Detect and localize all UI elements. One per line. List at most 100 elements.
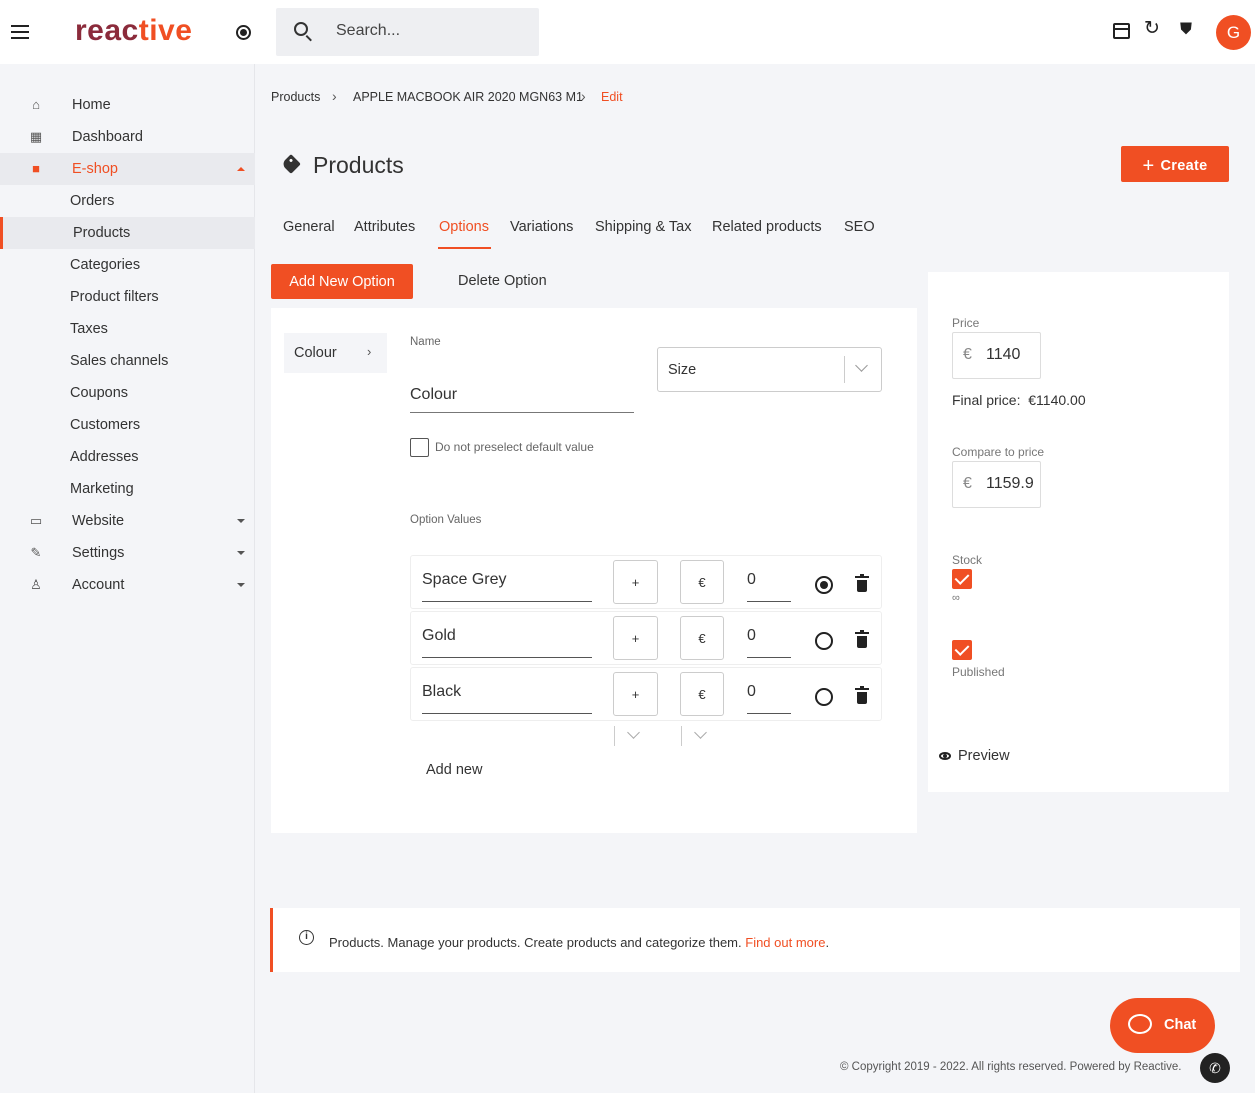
chat-icon bbox=[1128, 1014, 1152, 1034]
avatar[interactable]: G bbox=[1216, 15, 1251, 50]
sidebar-item-settings[interactable]: ✎ Settings bbox=[0, 537, 255, 569]
option-value-row: + € bbox=[410, 667, 882, 721]
compare-price-label: Compare to price bbox=[952, 445, 1045, 459]
tab-options[interactable]: Options bbox=[439, 219, 489, 235]
chevron-down-icon[interactable] bbox=[614, 726, 654, 746]
preselect-checkbox[interactable] bbox=[410, 438, 429, 457]
target-icon[interactable] bbox=[236, 25, 251, 40]
trash-icon[interactable] bbox=[855, 686, 869, 704]
info-text: Products. Manage your products. Create p… bbox=[329, 935, 742, 950]
trash-icon[interactable] bbox=[855, 630, 869, 648]
create-button[interactable]: + Create bbox=[1121, 146, 1229, 182]
tab-seo[interactable]: SEO bbox=[844, 219, 875, 235]
chevron-right-icon: › bbox=[332, 88, 337, 104]
bag-icon: ■ bbox=[32, 161, 40, 176]
info-icon: i bbox=[299, 930, 314, 945]
default-radio[interactable] bbox=[815, 632, 833, 650]
tab-variations[interactable]: Variations bbox=[510, 219, 573, 235]
option-editor-card: Colour › Name Size Do not preselect defa… bbox=[271, 308, 917, 833]
dashboard-icon: ▦ bbox=[29, 129, 43, 144]
sidebar-item-sales-channels[interactable]: Sales channels bbox=[0, 345, 255, 377]
refresh-icon[interactable]: ↻ bbox=[1144, 19, 1160, 38]
sidebar-item-website[interactable]: ▭ Website bbox=[0, 505, 255, 537]
preselect-label: Do not preselect default value bbox=[435, 440, 594, 454]
price-sign-select[interactable]: + bbox=[613, 560, 658, 604]
sidebar-item-home[interactable]: ⌂ Home bbox=[0, 89, 255, 121]
price-sign-select[interactable]: + bbox=[613, 616, 658, 660]
tab-general[interactable]: General bbox=[283, 219, 335, 235]
option-value-name-input[interactable] bbox=[422, 671, 592, 714]
website-icon: ▭ bbox=[29, 513, 43, 528]
sidebar: ⌂ Home ▦ Dashboard ■ E-shop Orders Produ… bbox=[0, 64, 255, 1093]
sidebar-item-customers[interactable]: Customers bbox=[0, 409, 255, 441]
price-input[interactable]: € 1140 bbox=[952, 332, 1041, 379]
default-radio[interactable] bbox=[815, 576, 833, 594]
copyright: © Copyright 2019 - 2022. All rights rese… bbox=[840, 1061, 1182, 1073]
search-input[interactable] bbox=[336, 22, 526, 40]
tab-attributes[interactable]: Attributes bbox=[354, 219, 415, 235]
option-type-select[interactable]: Size bbox=[657, 347, 882, 392]
sidebar-item-product-filters[interactable]: Product filters bbox=[0, 281, 255, 313]
option-value-price-input[interactable] bbox=[747, 559, 791, 602]
plus-icon: + bbox=[1142, 154, 1155, 177]
sidebar-item-addresses[interactable]: Addresses bbox=[0, 441, 255, 473]
currency-select[interactable]: € bbox=[680, 560, 724, 604]
sidebar-item-account[interactable]: ♙ Account bbox=[0, 569, 255, 601]
chat-button[interactable]: Chat bbox=[1110, 998, 1215, 1053]
published-checkbox[interactable] bbox=[952, 640, 972, 660]
tab-related-products[interactable]: Related products bbox=[712, 219, 822, 235]
home-icon: ⌂ bbox=[32, 97, 40, 112]
breadcrumb-edit: Edit bbox=[601, 90, 623, 104]
sidebar-item-categories[interactable]: Categories bbox=[0, 249, 255, 281]
phone-icon[interactable]: ✆ bbox=[1200, 1053, 1230, 1083]
search-box[interactable] bbox=[276, 8, 539, 56]
delete-option-button[interactable]: Delete Option bbox=[458, 273, 547, 289]
option-value-row: + € bbox=[410, 555, 882, 609]
active-tab-indicator bbox=[438, 247, 491, 249]
option-value-name-input[interactable] bbox=[422, 559, 592, 602]
chevron-right-icon: › bbox=[367, 344, 372, 359]
chevron-down-icon bbox=[237, 519, 245, 523]
tab-shipping-tax[interactable]: Shipping & Tax bbox=[595, 219, 691, 235]
currency-select[interactable]: € bbox=[680, 616, 724, 660]
option-value-price-input[interactable] bbox=[747, 671, 791, 714]
chevron-down-icon bbox=[237, 551, 245, 555]
logo[interactable]: reactive bbox=[75, 14, 192, 48]
add-new-value-button[interactable]: Add new bbox=[426, 762, 482, 778]
sidebar-item-taxes[interactable]: Taxes bbox=[0, 313, 255, 345]
search-icon bbox=[294, 22, 308, 36]
sidebar-item-orders[interactable]: Orders bbox=[0, 185, 255, 217]
sidebar-item-products[interactable]: Products bbox=[0, 217, 255, 249]
shield-icon[interactable]: ⛊ bbox=[1180, 21, 1192, 39]
find-out-more-link[interactable]: Find out more bbox=[745, 935, 825, 950]
user-icon: ♙ bbox=[30, 577, 42, 592]
sidebar-item-dashboard[interactable]: ▦ Dashboard bbox=[0, 121, 255, 153]
chevron-down-icon[interactable] bbox=[681, 726, 721, 746]
option-value-price-input[interactable] bbox=[747, 615, 791, 658]
price-panel: Price € 1140 Final price: €1140.00 Compa… bbox=[928, 272, 1229, 792]
option-value-row: + € bbox=[410, 611, 882, 665]
currency-select[interactable]: € bbox=[680, 672, 724, 716]
option-list-item-colour[interactable]: Colour › bbox=[284, 333, 387, 373]
price-sign-select[interactable]: + bbox=[613, 672, 658, 716]
trash-icon[interactable] bbox=[855, 574, 869, 592]
add-new-option-button[interactable]: Add New Option bbox=[271, 264, 413, 299]
sidebar-item-marketing[interactable]: Marketing bbox=[0, 473, 255, 505]
store-icon[interactable] bbox=[1113, 23, 1130, 39]
price-label: Price bbox=[952, 316, 980, 330]
name-label: Name bbox=[410, 336, 441, 348]
option-values-label: Option Values bbox=[410, 514, 482, 526]
compare-price-input[interactable]: € 1159.9 bbox=[952, 461, 1041, 508]
breadcrumb-product[interactable]: APPLE MACBOOK AIR 2020 MGN63 M1 bbox=[353, 90, 583, 104]
option-value-name-input[interactable] bbox=[422, 615, 592, 658]
final-price: Final price: €1140.00 bbox=[952, 392, 1086, 408]
chevron-down-icon bbox=[237, 583, 245, 587]
default-radio[interactable] bbox=[815, 688, 833, 706]
option-name-input[interactable] bbox=[410, 377, 634, 413]
sidebar-item-eshop[interactable]: ■ E-shop bbox=[0, 153, 255, 185]
breadcrumb-products[interactable]: Products bbox=[271, 90, 320, 104]
sidebar-item-coupons[interactable]: Coupons bbox=[0, 377, 255, 409]
menu-icon[interactable] bbox=[11, 25, 29, 39]
top-bar: reactive ↻ ⛊ G bbox=[0, 0, 1255, 64]
stock-checkbox[interactable] bbox=[952, 569, 972, 589]
